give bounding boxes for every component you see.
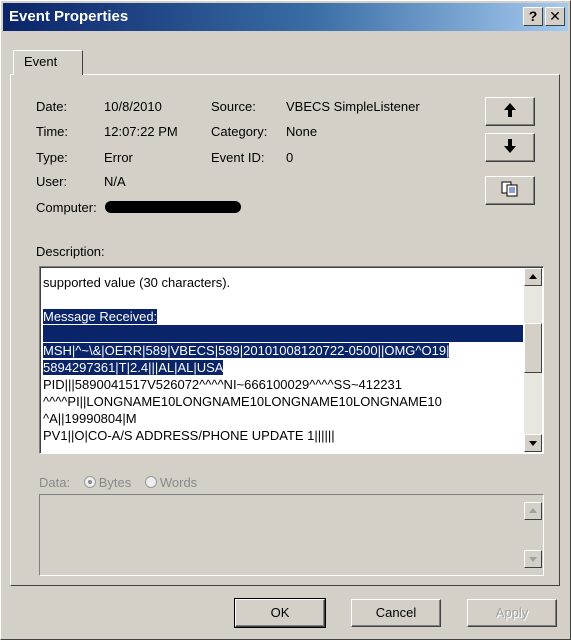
help-button[interactable]: ?: [523, 7, 543, 26]
date-value: 10/8/2010: [104, 99, 162, 114]
source-value: VBECS SimpleListener: [286, 99, 420, 114]
description-content: supported value (30 characters). Message…: [43, 274, 523, 444]
arrow-up-icon: [504, 103, 516, 117]
close-button[interactable]: ✕: [545, 7, 565, 26]
description-line: ^A||19990804|M: [43, 411, 137, 426]
words-radio-label[interactable]: Words: [160, 475, 197, 490]
description-line: [43, 291, 523, 308]
event-properties-dialog: Event Properties ? ✕ Event Date: 10/8/20…: [0, 0, 571, 640]
date-label: Date:: [36, 99, 68, 114]
apply-button[interactable]: Apply: [467, 599, 557, 627]
user-value: N/A: [104, 174, 126, 189]
window-title: Event Properties: [9, 8, 129, 25]
data-textbox[interactable]: [39, 494, 544, 576]
description-line: MSH|^~\&|OERR|589|VBECS|589|201010081207…: [43, 342, 523, 359]
computer-label: Computer:: [36, 200, 97, 215]
type-value: Error: [104, 150, 133, 165]
copy-button[interactable]: [485, 176, 535, 205]
data-label: Data:: [39, 475, 71, 490]
data-scrollbar[interactable]: [524, 496, 542, 574]
arrow-down-icon: [504, 139, 516, 153]
cancel-button[interactable]: Cancel: [351, 599, 441, 627]
scroll-up-icon: [529, 508, 537, 513]
scroll-up-icon: [529, 274, 537, 279]
bytes-radio-label[interactable]: Bytes: [99, 475, 132, 490]
data-scroll-up-button[interactable]: [524, 502, 542, 520]
selected-text: MSH|^~\&|OERR|589|VBECS|589|201010081207…: [43, 343, 450, 358]
scroll-up-button[interactable]: [524, 268, 542, 286]
ok-button[interactable]: OK: [234, 598, 326, 628]
description-textbox[interactable]: supported value (30 characters). Message…: [39, 266, 544, 454]
selected-text: 5894297361|T|2.4|||AL|AL|USA: [43, 360, 224, 375]
type-label: Type:: [36, 150, 68, 165]
close-icon: ✕: [549, 8, 561, 24]
description-line: [43, 325, 523, 342]
source-label: Source:: [211, 99, 256, 114]
description-line: ^^^^PI||LONGNAME10LONGNAME10LONGNAME10LO…: [43, 394, 442, 409]
previous-event-button[interactable]: [485, 97, 535, 126]
category-value: None: [286, 124, 318, 139]
tab-event[interactable]: Event: [13, 50, 83, 75]
title-bar[interactable]: Event Properties ? ✕: [3, 3, 568, 31]
redacted-computer-value: [105, 201, 241, 213]
scroll-down-icon: [529, 441, 537, 446]
selected-text: Message Received:: [43, 309, 158, 324]
event-id-value: 0: [286, 150, 294, 165]
description-line: PV1||O|CO-A/S ADDRESS/PHONE UPDATE 1||||…: [43, 428, 335, 443]
description-label: Description:: [36, 244, 105, 259]
description-scrollbar[interactable]: [524, 268, 542, 452]
data-format-row: Data: Bytes Words: [39, 475, 197, 490]
selected-text: [43, 325, 523, 342]
time-label: Time:: [36, 124, 69, 139]
bytes-radio[interactable]: [83, 476, 96, 488]
scroll-thumb[interactable]: [524, 323, 542, 373]
time-value: 12:07:22 PM: [104, 124, 178, 139]
event-id-label: Event ID:: [211, 150, 265, 165]
scroll-down-button[interactable]: [524, 434, 542, 452]
next-event-button[interactable]: [485, 133, 535, 162]
data-scroll-down-button[interactable]: [524, 550, 542, 568]
description-line: 5894297361|T|2.4|||AL|AL|USA: [43, 359, 523, 376]
description-line: PID|||5890041517V526072^^^^NI~666100029^…: [43, 377, 402, 392]
category-label: Category:: [211, 124, 268, 139]
words-radio[interactable]: [144, 476, 157, 488]
user-label: User:: [36, 174, 68, 189]
scroll-down-icon: [529, 557, 537, 562]
description-line: supported value (30 characters).: [43, 275, 231, 290]
description-line: Message Received:: [43, 308, 523, 325]
copy-icon: [501, 181, 518, 197]
